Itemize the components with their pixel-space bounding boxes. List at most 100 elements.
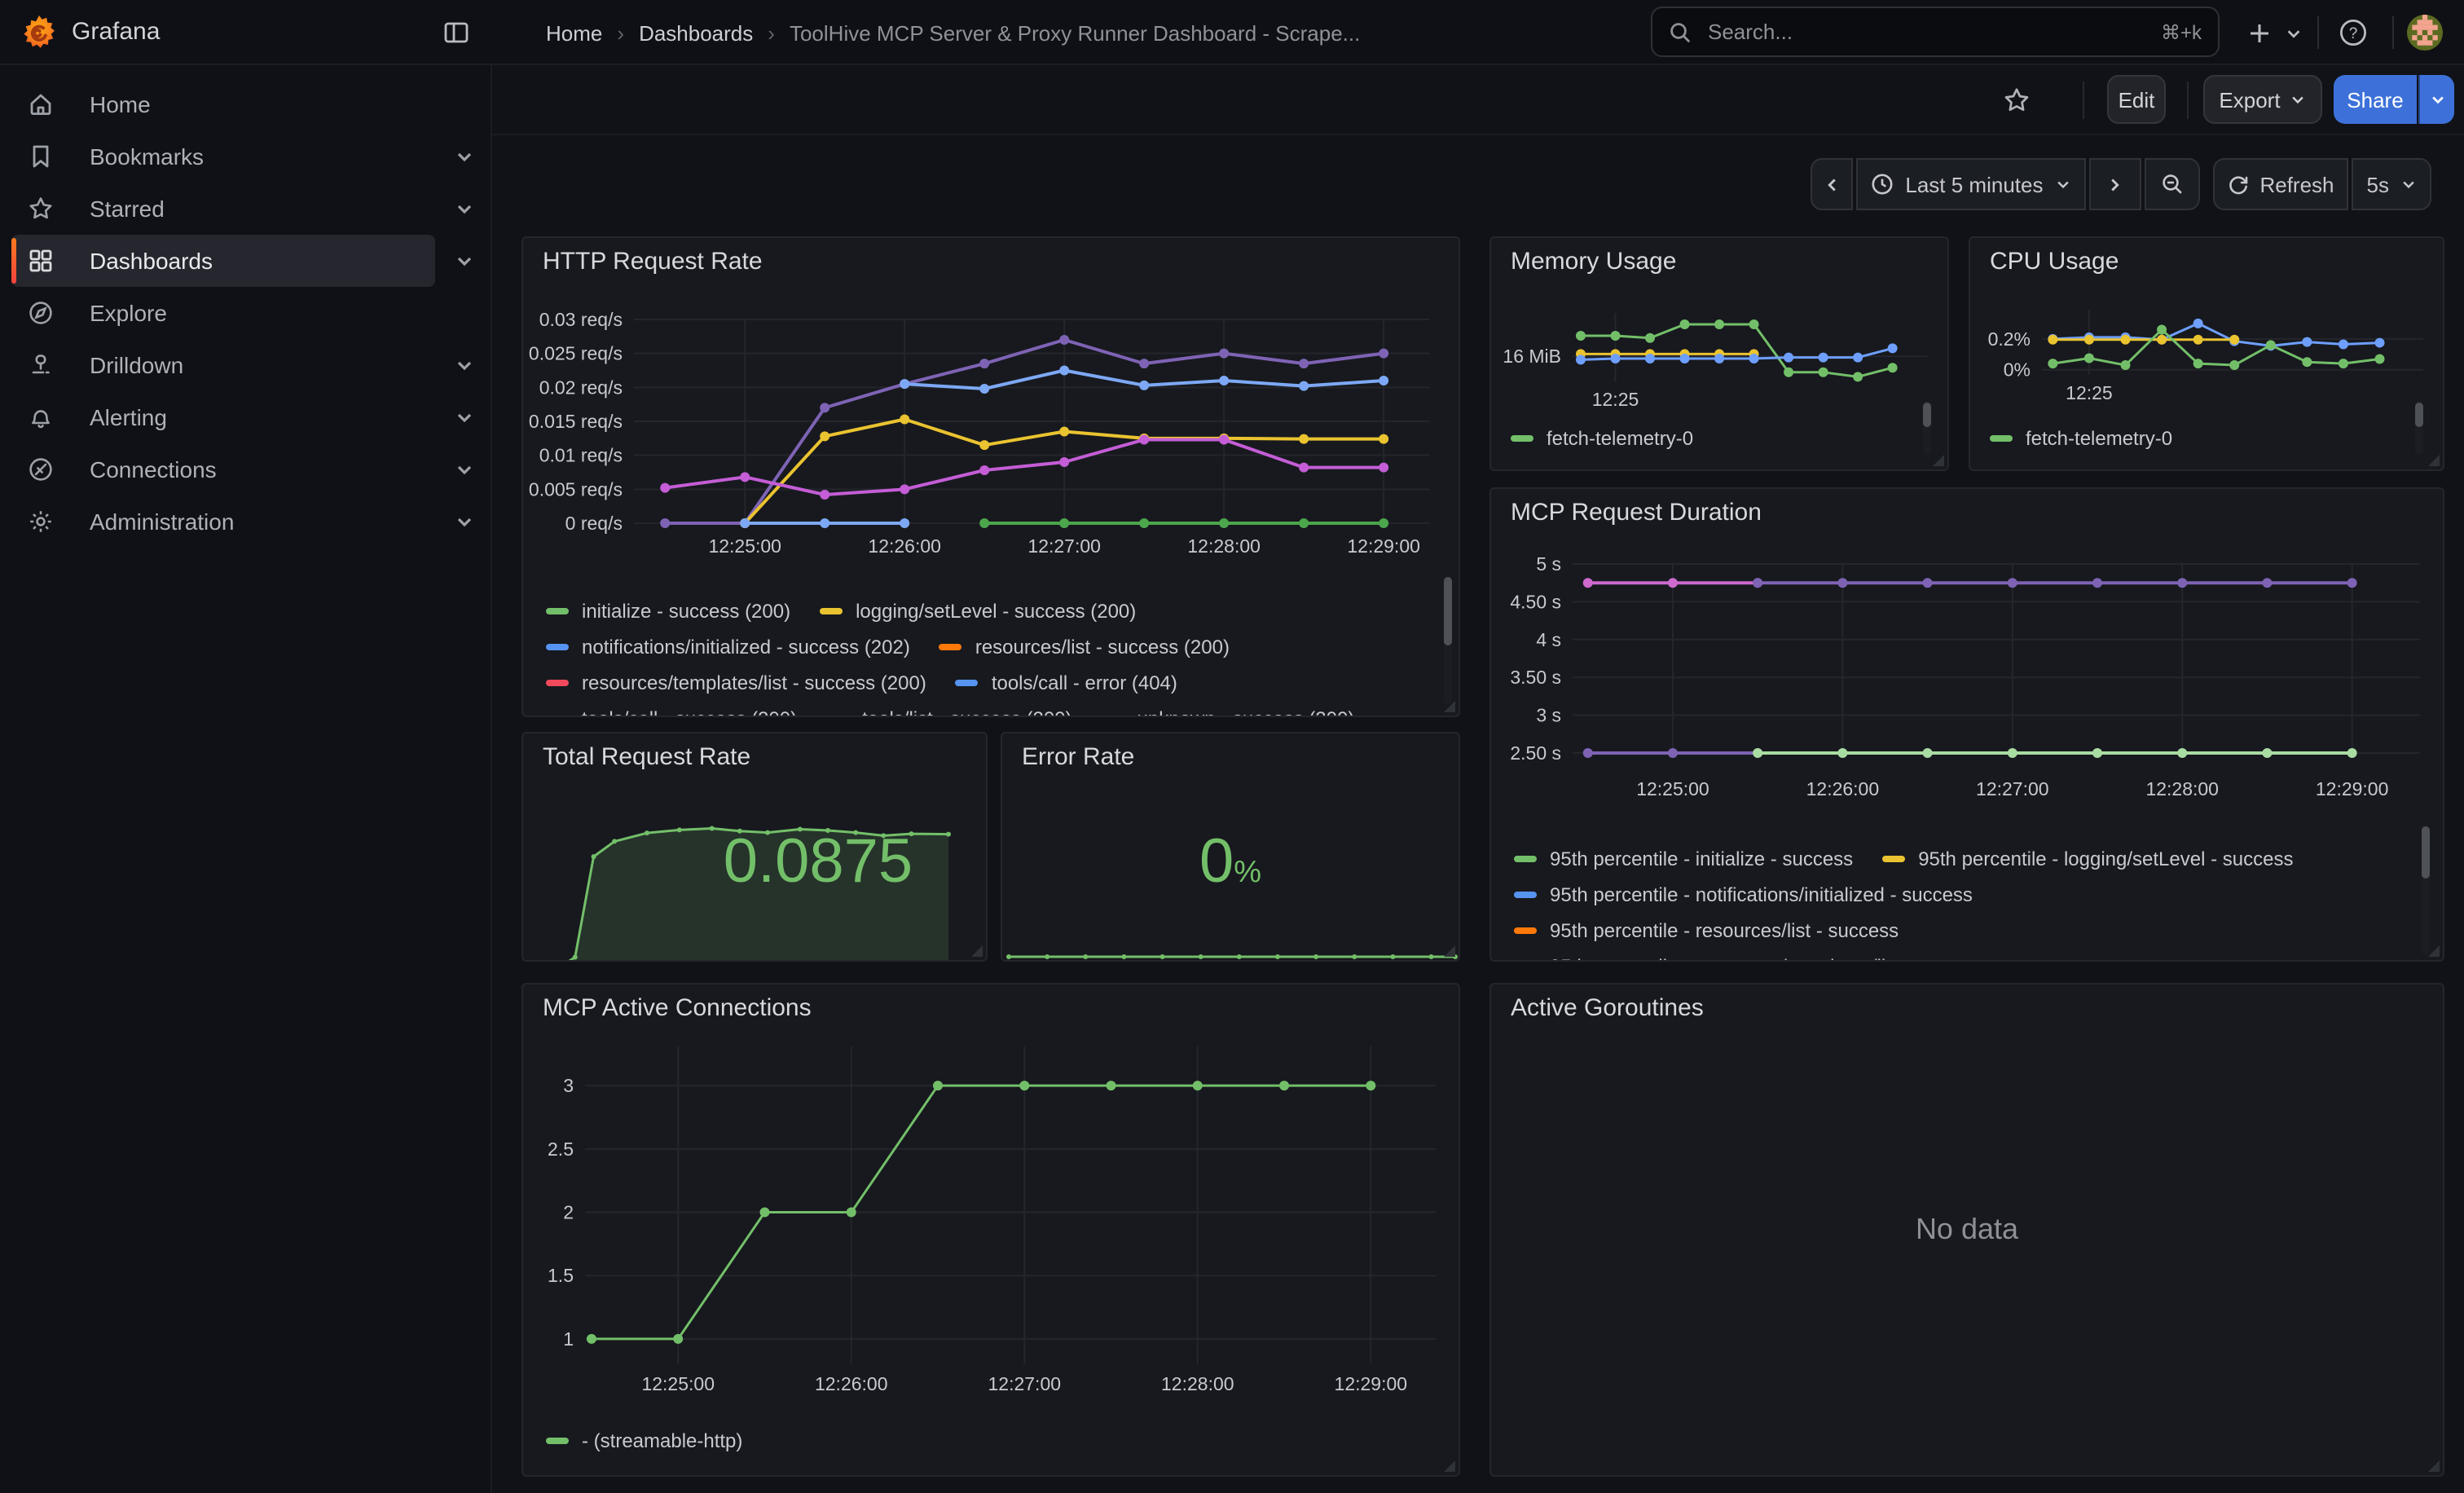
legend-scrollbar-thumb[interactable] — [1923, 403, 1931, 427]
sidebar-item-connections[interactable]: Connections — [11, 443, 435, 495]
legend-item[interactable]: 95th percentile - logging/setLevel - suc… — [1882, 848, 2293, 870]
legend-row: initialize - success (200) logging/setLev… — [546, 593, 1419, 629]
search-input[interactable] — [1705, 18, 2148, 46]
chevron-down-icon[interactable] — [455, 199, 474, 218]
svg-text:0.02 req/s: 0.02 req/s — [539, 377, 623, 398]
refresh-button[interactable]: Refresh — [2212, 158, 2348, 210]
refresh-interval-picker[interactable]: 5s — [2352, 158, 2431, 210]
svg-text:12:25: 12:25 — [2066, 382, 2113, 403]
connections-legend: - (streamable-http) — [546, 1423, 1426, 1459]
legend-label: - (streamable-http) — [582, 1429, 742, 1452]
chevron-down-icon[interactable] — [455, 147, 474, 166]
grafana-logo-icon[interactable] — [20, 13, 59, 52]
sidebar-item-dashboards[interactable]: Dashboards — [11, 235, 435, 287]
svg-text:2.50 s: 2.50 s — [1510, 742, 1561, 764]
sidebar-item-home[interactable]: Home — [11, 78, 435, 130]
favorite-star-icon[interactable] — [2003, 86, 2031, 114]
legend-label: fetch-telemetry-0 — [1547, 427, 1693, 450]
brand-name: Grafana — [72, 0, 160, 65]
legend-item[interactable]: - (streamable-http) — [546, 1429, 742, 1452]
search-box[interactable]: ⌘+k — [1651, 7, 2220, 57]
legend-item[interactable]: tools/list - success (200) — [826, 707, 1071, 716]
svg-text:3 s: 3 s — [1536, 705, 1561, 726]
sidebar-item-explore[interactable]: Explore — [11, 287, 435, 339]
duration-legend: 95th percentile - initialize - success 95… — [1514, 835, 2397, 960]
svg-text:5 s: 5 s — [1536, 553, 1561, 575]
sidebar-toggle-icon[interactable] — [443, 20, 469, 46]
legend-scrollbar-thumb[interactable] — [2415, 403, 2423, 427]
sidebar-item-label: Starred — [90, 196, 165, 222]
stat-value: 0.0875 — [650, 831, 986, 893]
chevron-down-icon[interactable] — [455, 407, 474, 427]
sidebar-item-label: Connections — [90, 456, 217, 482]
plus-icon — [2246, 20, 2271, 45]
breadcrumb-dashboards[interactable]: Dashboards — [639, 20, 753, 45]
edit-button[interactable]: Edit — [2107, 75, 2166, 124]
panel-mcp-request-duration: MCP Request Duration 2.50 s3 s3.50 s4 s4… — [1489, 487, 2444, 962]
zoom-out-icon — [2160, 173, 2183, 196]
legend-scrollbar-thumb[interactable] — [1444, 577, 1452, 645]
avatar[interactable] — [2407, 15, 2443, 51]
breadcrumb-home[interactable]: Home — [546, 20, 602, 45]
legend-item[interactable]: 95th percentile - resources/templates/li… — [1514, 955, 1989, 960]
clock-icon — [1871, 173, 1894, 196]
svg-text:0 req/s: 0 req/s — [565, 513, 623, 534]
sidebar-item-drilldown[interactable]: Drilldown — [11, 339, 435, 391]
legend-scrollbar-thumb[interactable] — [2422, 826, 2430, 879]
add-menu-chevron[interactable] — [2277, 16, 2309, 49]
chevron-down-icon — [2284, 24, 2302, 42]
compass-icon — [28, 300, 54, 326]
legend-item[interactable]: notifications/initialized - success (202… — [546, 636, 910, 658]
edit-button-label: Edit — [2119, 87, 2155, 112]
chevron-down-icon[interactable] — [455, 251, 474, 271]
sidebar-item-administration[interactable]: Administration — [11, 495, 435, 548]
breadcrumb-current-page: ToolHive MCP Server & Proxy Runner Dashb… — [790, 20, 1360, 45]
zoom-out-button[interactable] — [2144, 158, 2199, 210]
dashboard-canvas: Last 5 minutes Refresh — [492, 135, 2464, 1493]
legend-item[interactable]: resources/list - success (200) — [939, 636, 1230, 658]
sidebar-item-alerting[interactable]: Alerting — [11, 391, 435, 443]
svg-text:16 MiB: 16 MiB — [1503, 346, 1561, 367]
drilldown-icon — [28, 352, 54, 378]
legend-item[interactable]: tools/call - success (200) — [546, 707, 797, 716]
sidebar-item-bookmarks[interactable]: Bookmarks — [11, 130, 435, 183]
legend-swatch — [546, 608, 569, 614]
legend-row: 95th percentile - notifications/initiali… — [1514, 877, 2397, 913]
refresh-group: Refresh 5s — [2212, 158, 2431, 210]
svg-text:0.025 req/s: 0.025 req/s — [529, 343, 623, 364]
panel-memory-usage: Memory Usage 16 MiB12:25 fetch-telemetry… — [1489, 236, 1949, 471]
export-button[interactable]: Export — [2203, 75, 2322, 124]
share-menu-chevron[interactable] — [2418, 75, 2454, 124]
cpu-legend: fetch-telemetry-0 — [1990, 421, 2394, 456]
avatar-image — [2407, 15, 2443, 51]
share-button[interactable]: Share — [2334, 75, 2417, 124]
breadcrumb: Home › Dashboards › ToolHive MCP Server … — [546, 0, 1360, 65]
legend-item[interactable]: tools/call - error (404) — [956, 672, 1177, 694]
legend-item[interactable]: fetch-telemetry-0 — [1990, 427, 2172, 450]
help-icon: ? — [2339, 18, 2368, 47]
time-shift-back-button[interactable] — [1811, 158, 1853, 210]
legend-item[interactable]: 95th percentile - notifications/initiali… — [1514, 883, 1973, 906]
legend-item[interactable]: 95th percentile - resources/list - succe… — [1514, 919, 1899, 942]
time-shift-forward-button[interactable] — [2088, 158, 2141, 210]
panel-title[interactable]: Total Request Rate — [543, 743, 750, 771]
chevron-down-icon[interactable] — [455, 512, 474, 531]
legend-item[interactable]: resources/templates/list - success (200) — [546, 672, 926, 694]
legend-item[interactable]: unknown - success (200) — [1102, 707, 1355, 716]
gear-icon — [28, 509, 54, 535]
chevron-down-icon[interactable] — [455, 460, 474, 479]
legend-item[interactable]: logging/setLevel - success (200) — [820, 600, 1136, 623]
add-button[interactable] — [2242, 16, 2275, 49]
panel-title[interactable]: Error Rate — [1022, 743, 1134, 771]
sidebar-item-starred[interactable]: Starred — [11, 183, 435, 235]
help-button[interactable]: ? — [2337, 16, 2369, 49]
time-range-picker[interactable]: Last 5 minutes — [1856, 158, 2085, 210]
panel-total-request-rate: Total Request Rate 0.0875 — [521, 732, 988, 962]
chevron-down-icon[interactable] — [455, 355, 474, 375]
legend-item[interactable]: fetch-telemetry-0 — [1511, 427, 1693, 450]
svg-text:12:28:00: 12:28:00 — [1187, 535, 1261, 557]
legend-swatch — [820, 608, 843, 614]
legend-item[interactable]: 95th percentile - initialize - success — [1514, 848, 1853, 870]
legend-row: resources/templates/list - success (200)… — [546, 665, 1419, 701]
legend-item[interactable]: initialize - success (200) — [546, 600, 790, 623]
